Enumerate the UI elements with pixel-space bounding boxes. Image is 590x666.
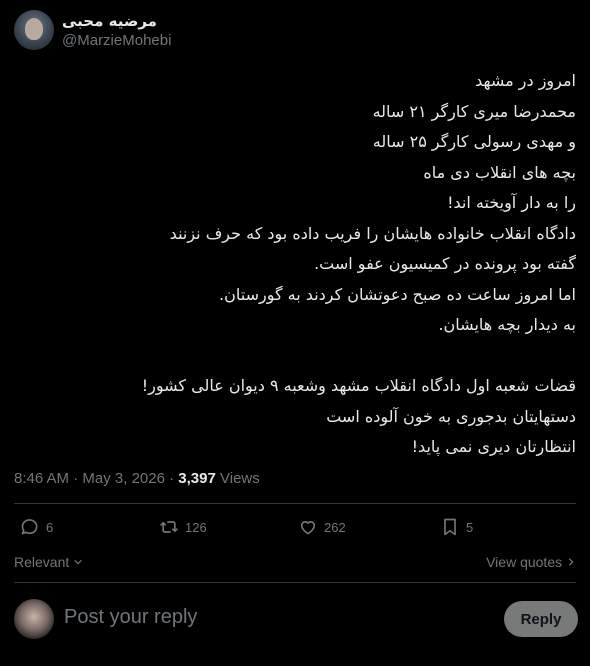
tweet-line: گفته بود پرونده در کمیسیون عفو است. — [314, 254, 576, 273]
author-avatar[interactable] — [14, 10, 54, 50]
reply-button[interactable]: 6 — [20, 517, 53, 537]
divider — [14, 503, 576, 504]
sort-relevant-label: Relevant — [14, 554, 70, 570]
chevron-down-icon — [74, 559, 82, 565]
reply-icon — [21, 519, 38, 535]
author-handle[interactable]: @MarzieMohebi — [62, 32, 171, 49]
like-count: 262 — [324, 519, 346, 535]
tweet-line: اما امروز ساعت ده صبح دعوتشان کردند به گ… — [219, 284, 576, 304]
tweet-date[interactable]: May 3, 2026 — [82, 470, 165, 487]
tweet-line: و مهدی رسولی کارگر ۲۵ ساله — [372, 132, 576, 151]
tweet-meta: 8:46 AM · May 3, 2026 · 3,397 Views — [14, 470, 260, 487]
repost-icon — [160, 521, 178, 533]
bookmark-icon — [444, 518, 456, 536]
repost-count: 126 — [185, 519, 207, 535]
bookmark-count: 5 — [466, 519, 474, 535]
author-display-name[interactable]: مرضیه محبی — [62, 12, 157, 30]
tweet-line: را به دار آویخته اند! — [447, 193, 576, 212]
chevron-right-icon — [568, 558, 574, 566]
tweet-line: محمدرضا میری کارگر ۲۱ ساله — [372, 101, 576, 121]
sort-relevant-dropdown[interactable]: Relevant — [14, 554, 83, 570]
reply-input[interactable] — [64, 606, 424, 629]
tweet-line: انتظارتان دیری نمی پاید! — [411, 437, 576, 456]
action-bar: 6 126 262 5 — [14, 517, 576, 547]
tweet-line: به دیدار بچه هایشان. — [438, 315, 576, 334]
bookmark-button[interactable]: 5 — [440, 517, 473, 537]
tweet-line: دستهایتان بدجوری به خون آلوده است — [326, 406, 576, 426]
reply-count: 6 — [46, 519, 54, 535]
views-count: 3,397 — [178, 470, 216, 487]
user-avatar[interactable] — [14, 599, 54, 639]
view-quotes-link[interactable]: View quotes — [486, 554, 576, 570]
repost-button[interactable]: 126 — [159, 517, 207, 537]
heart-icon — [300, 521, 316, 535]
view-quotes-label: View quotes — [486, 554, 563, 570]
tweet-line: بچه های انقلاب دی ماه — [423, 162, 576, 182]
like-button[interactable]: 262 — [298, 517, 346, 537]
tweet-line: قضات شعبه اول دادگاه انقلاب مشهد وشعبه ۹… — [141, 376, 576, 395]
tweet-line: امروز در مشهد — [475, 71, 576, 90]
reply-submit-button[interactable]: Reply — [504, 601, 578, 637]
tweet-line: دادگاه انقلاب خانواده هایشان را فریب داد… — [169, 223, 576, 243]
tweet-text: امروز در مشهد محمدرضا میری کارگر ۲۱ ساله… — [16, 66, 576, 463]
views-label: Views — [220, 470, 260, 487]
tweet-time[interactable]: 8:46 AM — [14, 470, 69, 487]
divider — [14, 582, 576, 583]
